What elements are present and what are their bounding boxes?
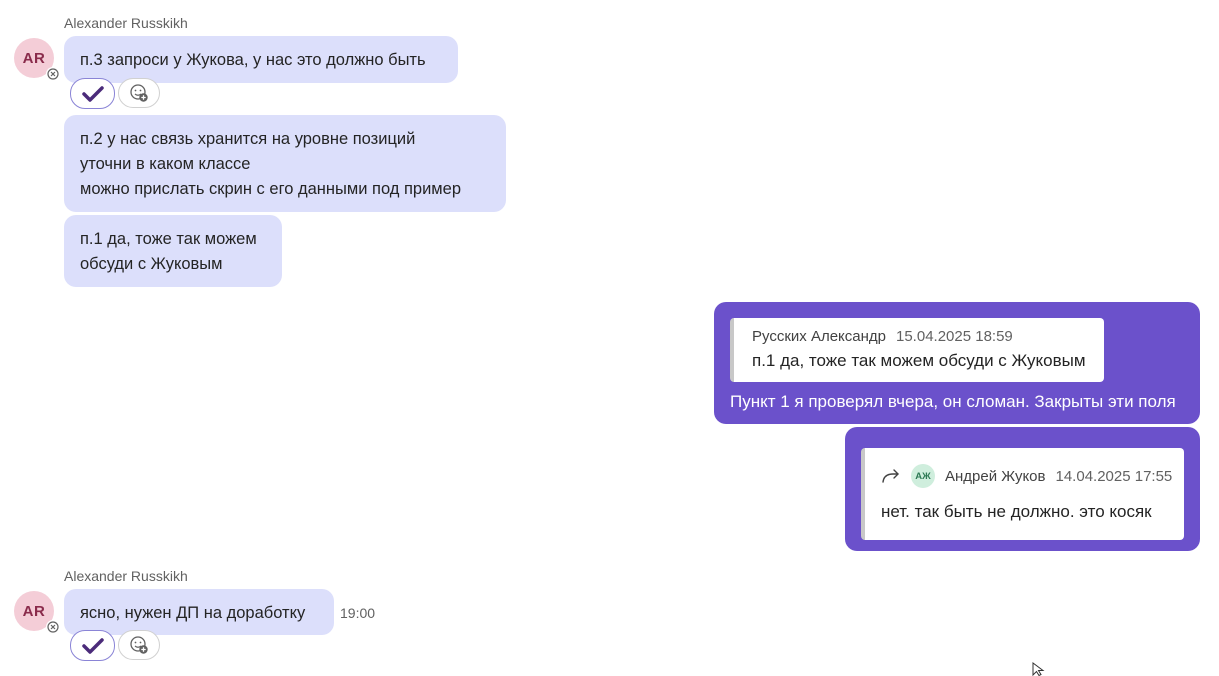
sender-name: Alexander Russkikh bbox=[64, 15, 188, 31]
avatar-initials: AR bbox=[22, 602, 46, 620]
forwarded-author: Андрей Жуков bbox=[945, 467, 1046, 485]
avatar-initials: AR bbox=[22, 49, 46, 67]
own-message-bubble[interactable]: Русских Александр 15.04.2025 18:59 п.1 д… bbox=[714, 302, 1200, 424]
quote-text: п.1 да, тоже так можем обсуди с Жуковым bbox=[752, 351, 1086, 370]
message-text-line: можно прислать скрин с его данными под п… bbox=[80, 180, 462, 198]
add-reaction-button[interactable] bbox=[118, 630, 160, 660]
message-bubble[interactable]: п.1 да, тоже так можем обсуди с Жуковым bbox=[64, 215, 282, 287]
reaction-check[interactable] bbox=[70, 78, 115, 109]
message-text-line: обсуди с Жуковым bbox=[80, 255, 223, 273]
message-text-line: уточни в каком классе bbox=[80, 155, 251, 173]
checkmark-reaction-icon bbox=[81, 637, 104, 654]
presence-offline-icon bbox=[46, 67, 60, 81]
checkmark-reaction-icon bbox=[81, 85, 104, 102]
forwarded-author-avatar: АЖ bbox=[911, 464, 935, 488]
message-text-line: п.1 да, тоже так можем bbox=[80, 230, 257, 248]
message-bubble[interactable]: п.3 запроси у Жукова, у нас это должно б… bbox=[64, 36, 458, 83]
add-reaction-icon bbox=[130, 84, 148, 102]
message-text: п.3 запроси у Жукова, у нас это должно б… bbox=[80, 51, 426, 69]
avatar[interactable]: AR bbox=[14, 38, 60, 81]
forwarded-card[interactable]: АЖ Андрей Жуков 14.04.2025 17:55 нет. та… bbox=[861, 448, 1184, 540]
forwarded-text: нет. так быть не должно. это косяк bbox=[881, 502, 1152, 521]
quoted-message[interactable]: Русских Александр 15.04.2025 18:59 п.1 д… bbox=[730, 318, 1104, 382]
add-reaction-button[interactable] bbox=[118, 78, 160, 108]
add-reaction-icon bbox=[130, 636, 148, 654]
own-forwarded-message[interactable]: АЖ Андрей Жуков 14.04.2025 17:55 нет. та… bbox=[845, 427, 1200, 551]
quote-author: Русских Александр bbox=[752, 328, 886, 345]
mouse-cursor-icon bbox=[1032, 662, 1045, 676]
quote-date: 15.04.2025 18:59 bbox=[896, 328, 1013, 345]
forwarded-date: 14.04.2025 17:55 bbox=[1055, 467, 1173, 485]
forward-arrow-icon bbox=[882, 469, 899, 483]
message-text-line: п.2 у нас связь хранится на уровне позиц… bbox=[80, 130, 416, 148]
own-message-text: Пункт 1 я проверял вчера, он сломан. Зак… bbox=[730, 392, 1176, 411]
message-bubble[interactable]: ясно, нужен ДП на доработку bbox=[64, 589, 334, 635]
message-bubble[interactable]: п.2 у нас связь хранится на уровне позиц… bbox=[64, 115, 506, 212]
reaction-check[interactable] bbox=[70, 630, 115, 661]
avatar[interactable]: AR bbox=[14, 591, 60, 634]
presence-offline-icon bbox=[46, 620, 60, 634]
sender-name: Alexander Russkikh bbox=[64, 568, 188, 584]
message-text: ясно, нужен ДП на доработку bbox=[80, 604, 306, 622]
message-time: 19:00 bbox=[340, 605, 376, 621]
